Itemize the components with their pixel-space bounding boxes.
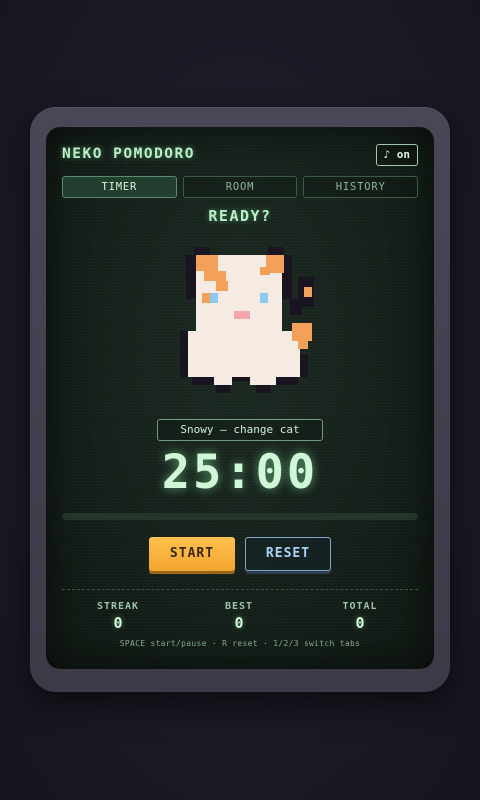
tab-room[interactable]: ROOM: [182, 176, 298, 198]
keyboard-hint: SPACE start/pause · R reset · 1/2/3 swit…: [119, 639, 361, 648]
stat-total-value: 0: [355, 614, 365, 632]
sound-toggle-button[interactable]: ♪ on: [375, 144, 418, 166]
tab-bar: TIMER ROOM HISTORY: [62, 176, 419, 198]
stat-streak-value: 0: [113, 614, 123, 632]
tab-timer[interactable]: TIMER: [62, 176, 177, 198]
timer-display: 25:00: [161, 445, 319, 500]
status-text: READY?: [208, 207, 272, 225]
stat-best-label: BEST: [224, 601, 254, 612]
tab-history[interactable]: HISTORY: [303, 176, 419, 198]
pixel-cat-icon[interactable]: [180, 241, 320, 401]
stat-total: TOTAL 0: [310, 601, 410, 632]
progress-bar: [62, 513, 418, 520]
app-screen: NEKO POMODORO ♪ on TIMER ROOM HISTORY RE…: [46, 127, 434, 669]
start-button[interactable]: START: [149, 537, 235, 571]
stat-best: BEST 0: [189, 601, 289, 632]
stat-streak: STREAK 0: [68, 601, 168, 632]
divider: [62, 589, 418, 590]
stat-best-value: 0: [234, 614, 244, 632]
reset-button[interactable]: RESET: [245, 537, 331, 571]
stat-total-label: TOTAL: [342, 601, 378, 612]
app-title: NEKO POMODORO: [62, 146, 195, 162]
change-cat-button[interactable]: Snowy — change cat: [157, 419, 323, 441]
stat-streak-label: STREAK: [96, 601, 140, 612]
device-frame: NEKO POMODORO ♪ on TIMER ROOM HISTORY RE…: [30, 107, 450, 692]
sound-toggle-label: ♪ on: [383, 148, 411, 161]
